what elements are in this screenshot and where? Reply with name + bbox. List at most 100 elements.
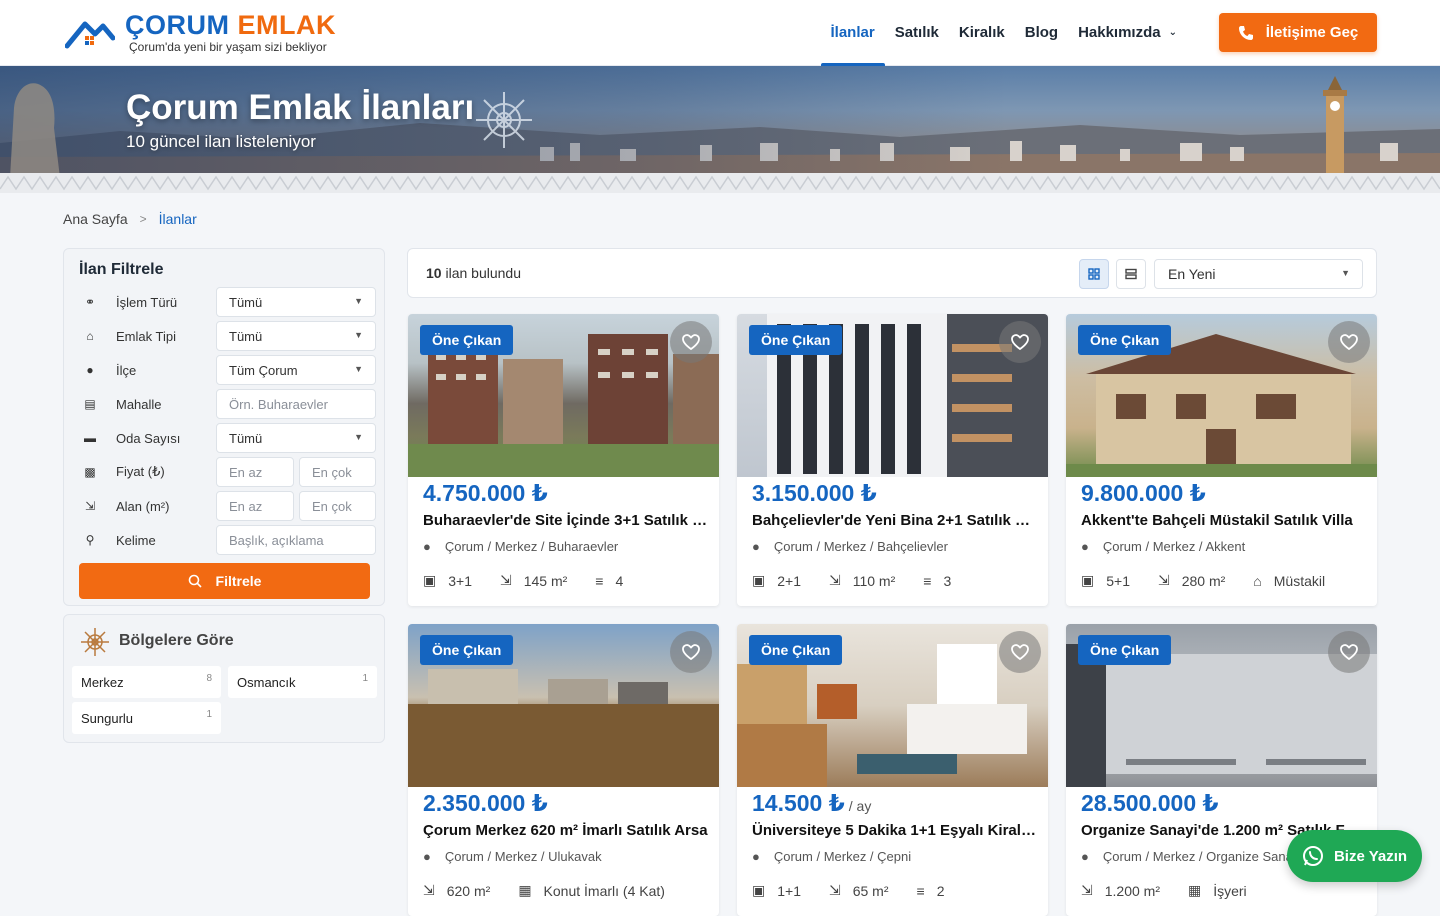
listing-location: ● Çorum / Merkez / Bahçelievler: [752, 539, 948, 554]
nav-ilanlar[interactable]: İlanlar: [820, 0, 885, 67]
filter-button-label: Filtrele: [215, 573, 262, 589]
feature-rooms: ▣ 1+1: [752, 882, 801, 899]
listing-card[interactable]: Öne Çıkan 4.750.000 ₺ Buharaevler'de Sit…: [408, 314, 719, 606]
listing-photo[interactable]: Öne Çıkan: [737, 624, 1048, 787]
feature-floor: ≡ 2: [917, 883, 945, 899]
favorite-button[interactable]: [1328, 631, 1370, 673]
feature-area: ⇲ 110 m²: [829, 572, 895, 589]
chevron-down-icon: ▼: [354, 330, 363, 340]
location-text: Çorum / Merkez / Organize Sanayi: [1102, 849, 1303, 864]
listing-card[interactable]: Öne Çıkan 14.500 ₺ / ay Üniversiteye 5 Da…: [737, 624, 1048, 916]
list-view-button[interactable]: [1116, 259, 1146, 289]
region-chip-merkez[interactable]: Merkez 8: [72, 666, 221, 698]
favorite-button[interactable]: [1328, 321, 1370, 363]
results-number: 10: [426, 265, 442, 281]
listing-features: ▣ 1+1 ⇲ 65 m² ≡ 2: [752, 882, 972, 899]
area-icon: ⇲: [828, 572, 841, 588]
alan-min-input[interactable]: En az: [216, 491, 294, 521]
favorite-button[interactable]: [670, 631, 712, 673]
nav-hakkimizda[interactable]: Hakkımızda ⌄: [1068, 0, 1187, 66]
listing-title[interactable]: Buharaevler'de Site İçinde 3+1 Satılık D…: [423, 512, 708, 529]
nav-kiralik[interactable]: Kiralık: [949, 0, 1015, 66]
listing-card[interactable]: Öne Çıkan 2.350.000 ₺ Çorum Merkez 620 m…: [408, 624, 719, 916]
favorite-button[interactable]: [670, 321, 712, 363]
listing-photo[interactable]: Öne Çıkan: [737, 314, 1048, 477]
area-icon: ⇲: [828, 882, 841, 898]
ilce-select[interactable]: Tüm Çorum ▼: [216, 355, 376, 385]
alan-max-input[interactable]: En çok: [299, 491, 376, 521]
heart-icon: [1340, 334, 1358, 350]
favorite-button[interactable]: [999, 321, 1041, 363]
listing-title[interactable]: Akkent'te Bahçeli Müstakil Satılık Villa: [1081, 512, 1366, 529]
location-pin-icon: ●: [423, 849, 431, 864]
filter-label: İlçe: [116, 362, 137, 378]
filter-label: Mahalle: [116, 396, 162, 412]
favorite-button[interactable]: [999, 631, 1041, 673]
kelime-input[interactable]: Başlık, açıklama: [216, 525, 376, 555]
listing-card[interactable]: Öne Çıkan 9.800.000 ₺ Akkent'te Bahçeli …: [1066, 314, 1377, 606]
filter-button[interactable]: Filtrele: [79, 563, 370, 599]
listing-features: ⇲ 1.200 m² ▦ İşyeri: [1081, 882, 1275, 899]
nav-satilik[interactable]: Satılık: [885, 0, 949, 66]
featured-badge: Öne Çıkan: [1078, 325, 1172, 355]
feature-value: Konut İmarlı (4 Kat): [543, 882, 665, 899]
contact-button[interactable]: İletişime Geç: [1219, 13, 1377, 52]
location-text: Çorum / Merkez / Çepni: [773, 849, 912, 864]
feature-value: 3+1: [448, 572, 472, 589]
sofa-icon: ▣: [423, 572, 437, 588]
listing-title[interactable]: Çorum Merkez 620 m² İmarlı Satılık Arsa: [423, 822, 708, 839]
listing-card[interactable]: Öne Çıkan 3.150.000 ₺ Bahçelievler'de Ye…: [737, 314, 1048, 606]
listing-title[interactable]: Bahçelievler'de Yeni Bina 2+1 Satılık Da…: [752, 512, 1037, 529]
listing-photo[interactable]: Öne Çıkan: [1066, 314, 1377, 477]
heart-icon: [682, 644, 700, 660]
region-name: Osmancık: [237, 674, 296, 690]
filter-label: Emlak Tipi: [116, 328, 176, 344]
sort-select[interactable]: En Yeni ▼: [1154, 259, 1363, 289]
filter-row-ilce: ● İlçe Tüm Çorum ▼: [79, 355, 377, 385]
listing-title[interactable]: Üniversiteye 5 Dakika 1+1 Eşyalı Kiralık…: [752, 822, 1037, 839]
filter-label: Kelime: [116, 532, 156, 548]
grid-icon: [1088, 268, 1100, 280]
filter-label: İşlem Türü: [116, 294, 178, 310]
listing-price: 4.750.000 ₺: [423, 480, 552, 507]
islem-turu-select[interactable]: Tümü ▼: [216, 287, 376, 317]
filter-row-alan: ⇲ Alan (m²) En az En çok: [79, 491, 377, 521]
logo[interactable]: ÇORUM EMLAK Çorum'da yeni bir yaşam sizi…: [65, 11, 336, 54]
feature-value: 4: [615, 572, 624, 589]
grid-view-button[interactable]: [1079, 259, 1109, 289]
heart-icon: [1340, 644, 1358, 660]
chevron-down-icon: ▼: [1341, 268, 1350, 278]
breadcrumb-home[interactable]: Ana Sayfa: [63, 211, 128, 227]
feature-zoning: ▦ Konut İmarlı (4 Kat): [518, 882, 665, 899]
filter-label: Fiyat (₺): [116, 464, 165, 479]
listing-photo[interactable]: Öne Çıkan: [1066, 624, 1377, 787]
feature-value: İşyeri: [1213, 882, 1247, 899]
location-pin-icon: ●: [1081, 849, 1089, 864]
listing-photo[interactable]: Öne Çıkan: [408, 624, 719, 787]
floors-icon: ≡: [923, 572, 932, 589]
money-icon: ▩: [84, 465, 96, 479]
region-chip-sungurlu[interactable]: Sungurlu 1: [72, 702, 221, 734]
featured-badge: Öne Çıkan: [420, 325, 514, 355]
region-chip-osmancik[interactable]: Osmancık 1: [228, 666, 377, 698]
nav-blog[interactable]: Blog: [1015, 0, 1068, 66]
fiyat-min-input[interactable]: En az: [216, 457, 294, 487]
oda-sayisi-select[interactable]: Tümü ▼: [216, 423, 376, 453]
emlak-tipi-select[interactable]: Tümü ▼: [216, 321, 376, 351]
filter-row-emlak-tipi: ⌂ Emlak Tipi Tümü ▼: [79, 321, 377, 351]
feature-type: ▦ İşyeri: [1188, 882, 1247, 899]
listing-features: ▣ 5+1 ⇲ 280 m² ⌂ Müstakil: [1081, 572, 1353, 589]
location-text: Çorum / Merkez / Ulukavak: [444, 849, 602, 864]
feature-value: 65 m²: [852, 882, 889, 899]
heart-icon: [682, 334, 700, 350]
listing-photo[interactable]: Öne Çıkan: [408, 314, 719, 477]
hero-banner: Çorum Emlak İlanları 10 güncel ilan list…: [0, 66, 1440, 193]
select-value: Tümü: [229, 430, 263, 446]
listing-location: ● Çorum / Merkez / Buharaevler: [423, 539, 618, 554]
price-value: 14.500 ₺: [752, 790, 845, 816]
mahalle-input[interactable]: Örn. Buharaevler: [216, 389, 376, 419]
featured-badge: Öne Çıkan: [1078, 635, 1172, 665]
fiyat-max-input[interactable]: En çok: [299, 457, 376, 487]
feature-value: 3: [943, 572, 952, 589]
whatsapp-button[interactable]: Bize Yazın: [1287, 830, 1422, 882]
